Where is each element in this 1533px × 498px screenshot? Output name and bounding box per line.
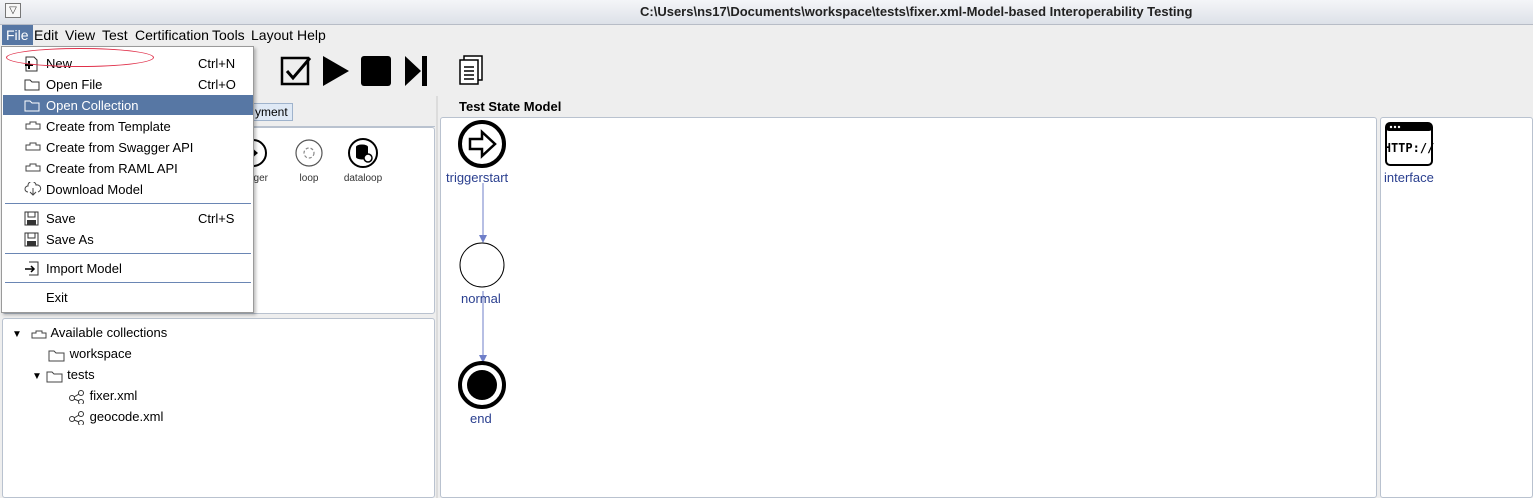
menu-tools[interactable]: Tools xyxy=(212,27,245,43)
menu-item-create-from-swagger[interactable]: Create from Swagger API xyxy=(3,137,253,157)
play-icon[interactable] xyxy=(321,54,351,88)
menu-item-create-from-template[interactable]: Create from Template xyxy=(3,116,253,136)
check-icon[interactable] xyxy=(280,54,312,88)
menu-item-label: Save xyxy=(46,211,76,226)
menu-item-label: Open File xyxy=(46,77,103,92)
loop-icon xyxy=(295,139,323,167)
palette-label: loop xyxy=(299,173,319,184)
state-edges xyxy=(479,183,487,363)
title-bar: ▽ C:\Users\ns17\Documents\workspace\test… xyxy=(0,0,1533,25)
menu-item-label: Open Collection xyxy=(46,98,139,113)
tree-item-geocode[interactable]: geocode.xml xyxy=(68,409,164,426)
state-model-canvas[interactable] xyxy=(440,117,1377,498)
annotation-circle xyxy=(6,48,154,67)
menu-separator xyxy=(5,203,251,204)
menu-file[interactable]: File xyxy=(2,25,33,45)
down-triangle-icon[interactable]: ▽ xyxy=(5,3,21,18)
menu-item-label: Create from Template xyxy=(46,119,171,134)
node-label-normal: normal xyxy=(461,291,501,306)
stop-icon[interactable] xyxy=(360,54,392,88)
palette-label: dataloop xyxy=(343,173,383,184)
model-graph-icon xyxy=(69,389,84,405)
tree-item-workspace[interactable]: workspace xyxy=(48,346,132,362)
collection-icon xyxy=(31,330,47,339)
menu-test[interactable]: Test xyxy=(102,27,128,43)
palette-dataloop[interactable]: dataloop xyxy=(340,138,386,184)
interface-label: interface xyxy=(1384,170,1434,185)
tree-item-tests[interactable]: ▼ tests xyxy=(32,367,95,383)
tree-label: tests xyxy=(67,367,95,382)
save-icon xyxy=(24,211,39,226)
tree-label: workspace xyxy=(69,346,132,361)
collections-tree xyxy=(2,318,435,498)
collection-icon xyxy=(25,163,41,172)
menu-item-save[interactable]: Save Ctrl+S xyxy=(3,208,253,228)
tab-deployment[interactable]: yment xyxy=(250,103,293,121)
folder-icon xyxy=(48,350,65,362)
menu-view[interactable]: View xyxy=(65,27,95,43)
menu-help[interactable]: Help xyxy=(297,27,326,43)
menu-separator xyxy=(5,253,251,254)
menu-item-label: Create from Swagger API xyxy=(46,140,194,155)
http-icon-text: HTTP:// xyxy=(1385,141,1434,155)
tree-label: geocode.xml xyxy=(89,409,164,424)
menu-edit[interactable]: Edit xyxy=(34,27,58,43)
folder-icon xyxy=(46,371,63,383)
menu-item-open-file[interactable]: Open File Ctrl+O xyxy=(3,74,253,94)
window-title: C:\Users\ns17\Documents\workspace\tests\… xyxy=(640,4,1193,19)
collection-icon xyxy=(25,121,41,130)
file-menu-dropdown: New Ctrl+N Open File Ctrl+O Open Collect… xyxy=(1,46,254,313)
menu-bar: File Edit View Test Certification Tools … xyxy=(0,25,1533,45)
cloud-download-icon xyxy=(24,182,42,196)
node-end[interactable] xyxy=(457,360,509,412)
menu-item-open-collection[interactable]: Open Collection xyxy=(3,95,253,115)
tree-root[interactable]: ▼ Available collections xyxy=(12,325,167,340)
documents-icon[interactable] xyxy=(456,54,486,90)
menu-item-label: Save As xyxy=(46,232,94,247)
tree-label: Available collections xyxy=(50,325,168,340)
collection-icon xyxy=(25,142,41,151)
model-graph-icon xyxy=(69,410,84,426)
menu-item-shortcut: Ctrl+S xyxy=(198,211,235,226)
folder-icon xyxy=(24,100,40,112)
node-label-triggerstart: triggerstart xyxy=(446,170,509,185)
expand-arrow-icon[interactable]: ▼ xyxy=(12,329,22,340)
import-icon xyxy=(25,261,39,276)
menu-item-label: Create from RAML API xyxy=(46,161,178,176)
node-triggerstart[interactable] xyxy=(457,119,509,171)
palette-loop[interactable]: loop xyxy=(292,138,326,184)
menu-item-shortcut: Ctrl+N xyxy=(198,56,236,71)
tree-item-fixer[interactable]: fixer.xml xyxy=(68,388,138,405)
menu-item-label: Import Model xyxy=(46,261,122,276)
menu-separator xyxy=(5,282,251,283)
menu-certification[interactable]: Certification xyxy=(135,27,209,43)
dataloop-icon xyxy=(348,138,378,168)
folder-icon xyxy=(24,79,40,91)
save-icon xyxy=(24,232,39,247)
menu-layout[interactable]: Layout xyxy=(251,27,293,43)
node-label-end: end xyxy=(470,411,492,426)
menu-item-save-as[interactable]: Save As xyxy=(3,229,253,249)
menu-item-import-model[interactable]: Import Model xyxy=(3,258,253,278)
menu-item-create-from-raml[interactable]: Create from RAML API xyxy=(3,158,253,178)
menu-item-download-model[interactable]: Download Model xyxy=(3,179,253,199)
split-divider[interactable] xyxy=(436,96,438,498)
expand-arrow-icon[interactable]: ▼ xyxy=(32,371,42,382)
menu-item-shortcut: Ctrl+O xyxy=(198,77,236,92)
node-normal[interactable] xyxy=(457,240,509,292)
step-forward-icon[interactable] xyxy=(403,54,429,88)
state-model-title: Test State Model xyxy=(459,99,562,114)
tree-label: fixer.xml xyxy=(89,388,138,403)
http-interface-icon[interactable]: HTTP:// xyxy=(1385,122,1435,168)
menu-item-label: Download Model xyxy=(46,182,143,197)
menu-item-exit[interactable]: Exit xyxy=(3,287,253,307)
menu-item-label: Exit xyxy=(46,290,68,305)
